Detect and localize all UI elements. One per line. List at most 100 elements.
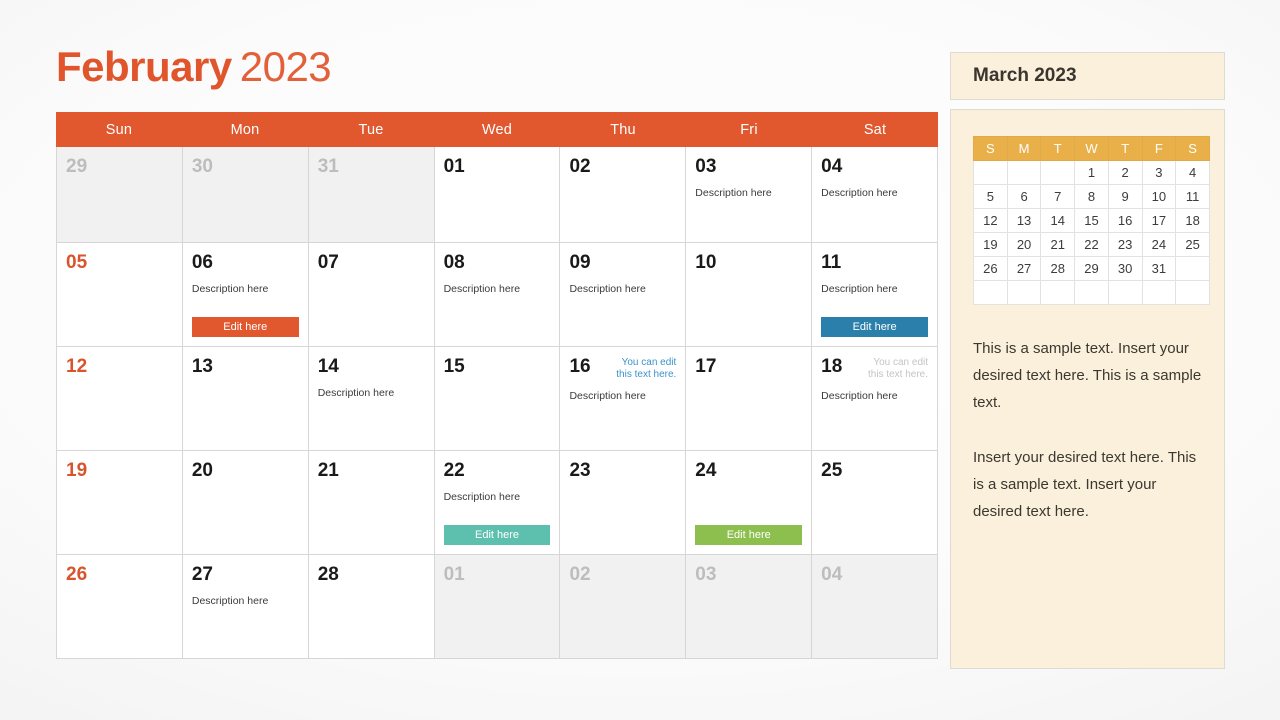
day-cell-08[interactable]: 08 Description here xyxy=(434,243,561,347)
mini-day-cell-27[interactable]: 27 xyxy=(1006,256,1042,281)
mini-day-cell-5[interactable]: 5 xyxy=(973,184,1008,209)
day-cell-16[interactable]: 16 You can edit this text here. Descriptio… xyxy=(560,347,687,451)
mini-day-cell-23[interactable]: 23 xyxy=(1107,232,1143,257)
mini-day-cell-empty xyxy=(1107,280,1143,305)
day-cell-24[interactable]: 24 Edit here xyxy=(686,451,813,555)
mini-calendar-row xyxy=(973,280,1210,305)
day-description[interactable]: Description here xyxy=(821,390,928,403)
day-cell-06[interactable]: 06 Description here Edit here xyxy=(182,243,309,347)
day-cell-top: 02 xyxy=(569,156,676,178)
mini-day-cell-4[interactable]: 4 xyxy=(1175,160,1210,185)
day-cell-13[interactable]: 13 xyxy=(182,347,309,451)
day-cell-28[interactable]: 28 xyxy=(308,555,435,659)
mini-day-cell-7[interactable]: 7 xyxy=(1040,184,1076,209)
day-edit-note[interactable]: You can edit this text here. xyxy=(856,356,928,381)
day-cell-top: 29 xyxy=(66,156,173,178)
mini-calendar-row: 12 13 14 15 16 17 18 xyxy=(973,208,1210,233)
mini-day-cell-11[interactable]: 11 xyxy=(1175,184,1210,209)
day-cell-18[interactable]: 18 You can edit this text here. Descriptio… xyxy=(812,347,939,451)
mini-day-cell-empty xyxy=(973,280,1008,305)
day-description[interactable]: Description here xyxy=(821,283,928,296)
day-cell-21[interactable]: 21 xyxy=(308,451,435,555)
mini-day-cell-21[interactable]: 21 xyxy=(1040,232,1076,257)
calendar-week-row: 12 13 14 Description here 15 16 You can edit t… xyxy=(56,347,939,451)
day-cell-20[interactable]: 20 xyxy=(182,451,309,555)
mini-day-cell-13[interactable]: 13 xyxy=(1006,208,1042,233)
day-cell-15[interactable]: 15 xyxy=(434,347,561,451)
edit-here-button-06[interactable]: Edit here xyxy=(191,317,299,337)
day-description[interactable]: Description here xyxy=(192,283,299,296)
day-description[interactable]: Description here xyxy=(821,187,928,200)
day-cell-top: 22 xyxy=(444,460,551,482)
day-cell-top: 20 xyxy=(192,460,299,482)
day-description[interactable]: Description here xyxy=(444,491,551,504)
day-cell-29-muted[interactable]: 29 xyxy=(56,147,183,243)
mini-day-cell-16[interactable]: 16 xyxy=(1107,208,1143,233)
mini-day-cell-10[interactable]: 10 xyxy=(1141,184,1177,209)
mini-day-cell-8[interactable]: 8 xyxy=(1074,184,1109,209)
day-cell-14[interactable]: 14 Description here xyxy=(308,347,435,451)
mini-day-cell-15[interactable]: 15 xyxy=(1074,208,1109,233)
day-cell-12[interactable]: 12 xyxy=(56,347,183,451)
mini-day-cell-1[interactable]: 1 xyxy=(1074,160,1109,185)
day-cell-25[interactable]: 25 xyxy=(812,451,939,555)
mini-day-cell-empty xyxy=(973,160,1008,185)
day-cell-top: 27 xyxy=(192,564,299,586)
edit-here-button-22[interactable]: Edit here xyxy=(443,525,551,545)
day-cell-01[interactable]: 01 xyxy=(434,147,561,243)
day-cell-23[interactable]: 23 xyxy=(560,451,687,555)
day-description[interactable]: Description here xyxy=(569,390,676,403)
day-cell-19[interactable]: 19 xyxy=(56,451,183,555)
mini-day-cell-14[interactable]: 14 xyxy=(1040,208,1076,233)
edit-here-button-24[interactable]: Edit here xyxy=(695,525,803,545)
mini-day-cell-2[interactable]: 2 xyxy=(1107,160,1143,185)
mini-day-cell-12[interactable]: 12 xyxy=(973,208,1008,233)
mini-day-cell-31[interactable]: 31 xyxy=(1141,256,1177,281)
mini-day-cell-9[interactable]: 9 xyxy=(1107,184,1143,209)
mini-day-cell-6[interactable]: 6 xyxy=(1006,184,1042,209)
day-cell-11[interactable]: 11 Description here Edit here xyxy=(812,243,939,347)
mini-day-cell-29[interactable]: 29 xyxy=(1074,256,1109,281)
mini-day-cell-28[interactable]: 28 xyxy=(1040,256,1076,281)
mini-day-cell-19[interactable]: 19 xyxy=(973,232,1008,257)
day-cell-09[interactable]: 09 Description here xyxy=(560,243,687,347)
side-panel-paragraph[interactable]: This is a sample text. Insert your desir… xyxy=(973,335,1202,416)
side-panel-paragraph[interactable]: Insert your desired text here. This is a… xyxy=(973,444,1202,525)
mini-day-cell-26[interactable]: 26 xyxy=(973,256,1008,281)
day-cell-17[interactable]: 17 xyxy=(686,347,813,451)
day-cell-31-muted[interactable]: 31 xyxy=(308,147,435,243)
mini-calendar-row: 5 6 7 8 9 10 11 xyxy=(973,184,1210,209)
day-description[interactable]: Description here xyxy=(695,187,802,200)
day-cell-02[interactable]: 02 xyxy=(560,147,687,243)
day-cell-01-muted[interactable]: 01 xyxy=(434,555,561,659)
day-cell-26[interactable]: 26 xyxy=(56,555,183,659)
day-cell-10[interactable]: 10 xyxy=(686,243,813,347)
day-number: 01 xyxy=(443,156,465,177)
mini-day-cell-30[interactable]: 30 xyxy=(1107,256,1143,281)
mini-day-cell-22[interactable]: 22 xyxy=(1074,232,1109,257)
day-description[interactable]: Description here xyxy=(569,283,676,296)
mini-day-cell-25[interactable]: 25 xyxy=(1175,232,1210,257)
side-panel: March 2023 SMTWTFS 1 2 3 4 5 6 7 8 9 10 11 12 13 14 15… xyxy=(950,52,1225,669)
mini-day-cell-17[interactable]: 17 xyxy=(1141,208,1177,233)
mini-day-cell-3[interactable]: 3 xyxy=(1141,160,1177,185)
day-cell-27[interactable]: 27 Description here xyxy=(182,555,309,659)
day-cell-02-muted[interactable]: 02 xyxy=(560,555,687,659)
day-cell-03-muted[interactable]: 03 xyxy=(686,555,813,659)
day-description[interactable]: Description here xyxy=(444,283,551,296)
day-cell-04-muted[interactable]: 04 xyxy=(812,555,939,659)
day-cell-04[interactable]: 04 Description here xyxy=(812,147,939,243)
edit-here-button-11[interactable]: Edit here xyxy=(821,317,929,337)
mini-day-cell-18[interactable]: 18 xyxy=(1175,208,1210,233)
day-description[interactable]: Description here xyxy=(318,387,425,400)
mini-day-cell-24[interactable]: 24 xyxy=(1141,232,1177,257)
day-cell-22[interactable]: 22 Description here Edit here xyxy=(434,451,561,555)
mini-day-cell-20[interactable]: 20 xyxy=(1006,232,1042,257)
day-description[interactable]: Description here xyxy=(192,595,299,608)
day-edit-note[interactable]: You can edit this text here. xyxy=(604,356,676,381)
day-cell-30-muted[interactable]: 30 xyxy=(182,147,309,243)
day-cell-03[interactable]: 03 Description here xyxy=(686,147,813,243)
day-cell-05[interactable]: 05 xyxy=(56,243,183,347)
mini-weekday-header: S xyxy=(973,136,1008,161)
day-cell-07[interactable]: 07 xyxy=(308,243,435,347)
